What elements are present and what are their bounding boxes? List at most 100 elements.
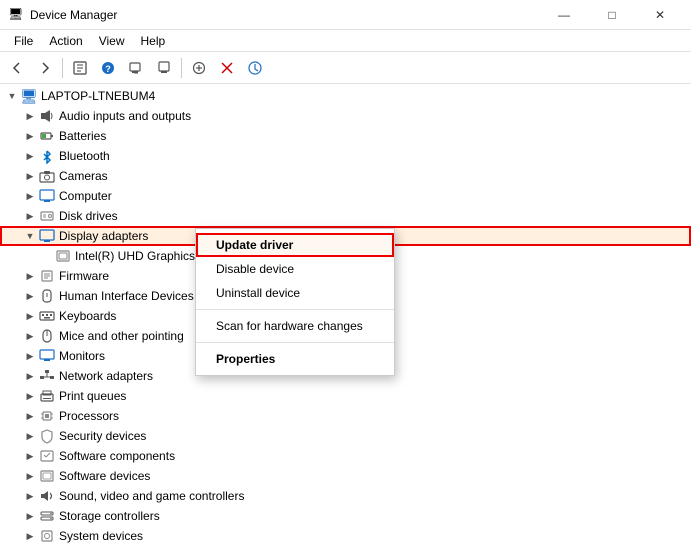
context-menu: Update driver Disable device Uninstall d… — [195, 228, 395, 376]
ctx-scan-hardware[interactable]: Scan for hardware changes — [196, 314, 394, 338]
computer-icon: 🖥 — [20, 87, 38, 105]
audio-label: Audio inputs and outputs — [59, 109, 191, 123]
print-icon — [38, 387, 56, 405]
bluetooth-label: Bluetooth — [59, 149, 110, 163]
tree-item-diskdrives[interactable]: ▶ Disk drives — [0, 206, 691, 226]
firmware-label: Firmware — [59, 269, 109, 283]
ctx-update-driver[interactable]: Update driver — [196, 233, 394, 257]
mice-icon — [38, 327, 56, 345]
tree-item-processors[interactable]: ▶ Processors — [0, 406, 691, 426]
audio-icon — [38, 107, 56, 125]
tree-item-storage[interactable]: ▶ Storage controllers — [0, 506, 691, 526]
scan-hw-button[interactable] — [151, 55, 177, 81]
tree-item-usb1[interactable]: ▶ Universal Serial Bus controllers — [0, 546, 691, 550]
add-button[interactable] — [186, 55, 212, 81]
display-icon — [38, 227, 56, 245]
processors-expand-icon: ▶ — [22, 408, 38, 424]
security-label: Security devices — [59, 429, 146, 443]
firmware-icon — [38, 267, 56, 285]
window-controls: — □ ✕ — [541, 0, 683, 30]
cameras-label: Cameras — [59, 169, 108, 183]
tree-item-print[interactable]: ▶ Print queues — [0, 386, 691, 406]
keyboards-icon — [38, 307, 56, 325]
ctx-uninstall-device[interactable]: Uninstall device — [196, 281, 394, 305]
storage-expand-icon: ▶ — [22, 508, 38, 524]
firmware-expand-icon: ▶ — [22, 268, 38, 284]
sound-label: Sound, video and game controllers — [59, 489, 244, 503]
svg-text:?: ? — [105, 64, 111, 74]
softwaredev-icon — [38, 467, 56, 485]
tree-item-computer[interactable]: ▶ Computer — [0, 186, 691, 206]
scan-button[interactable] — [123, 55, 149, 81]
softwarecomp-label: Software components — [59, 449, 175, 463]
computer-label: Computer — [59, 189, 112, 203]
tree-item-sound[interactable]: ▶ Sound, video and game controllers — [0, 486, 691, 506]
back-button[interactable] — [4, 55, 30, 81]
ctx-disable-device[interactable]: Disable device — [196, 257, 394, 281]
bluetooth-icon — [38, 147, 56, 165]
gpu-expand-icon — [38, 248, 54, 264]
minimize-button[interactable]: — — [541, 0, 587, 30]
menu-view[interactable]: View — [91, 32, 133, 50]
storage-label: Storage controllers — [59, 509, 160, 523]
print-label: Print queues — [59, 389, 126, 403]
system-icon — [38, 527, 56, 545]
remove-button[interactable] — [214, 55, 240, 81]
hid-icon — [38, 287, 56, 305]
window-title: Device Manager — [30, 8, 541, 22]
network-expand-icon: ▶ — [22, 368, 38, 384]
softwaredev-expand-icon: ▶ — [22, 468, 38, 484]
system-expand-icon: ▶ — [22, 528, 38, 544]
hid-label: Human Interface Devices — [59, 289, 194, 303]
disk-expand-icon: ▶ — [22, 208, 38, 224]
security-expand-icon: ▶ — [22, 428, 38, 444]
system-label: System devices — [59, 529, 143, 543]
forward-button[interactable] — [32, 55, 58, 81]
print-expand-icon: ▶ — [22, 388, 38, 404]
tree-item-system[interactable]: ▶ System devices — [0, 526, 691, 546]
security-icon — [38, 427, 56, 445]
close-button[interactable]: ✕ — [637, 0, 683, 30]
audio-expand-icon: ▶ — [22, 108, 38, 124]
mice-label: Mice and other pointing — [59, 329, 184, 343]
ctx-properties[interactable]: Properties — [196, 347, 394, 371]
tree-item-batteries[interactable]: ▶ Batteries — [0, 126, 691, 146]
computer-tree-icon — [38, 187, 56, 205]
hid-expand-icon: ▶ — [22, 288, 38, 304]
sound-icon — [38, 487, 56, 505]
softwaredev-label: Software devices — [59, 469, 150, 483]
title-bar: 🖥 Device Manager — □ ✕ — [0, 0, 691, 30]
root-expand-icon: ▼ — [4, 88, 20, 104]
monitors-expand-icon: ▶ — [22, 348, 38, 364]
tree-root[interactable]: ▼ 🖥 LAPTOP-LTNEBUM4 — [0, 86, 691, 106]
storage-icon — [38, 507, 56, 525]
toolbar-sep-2 — [181, 58, 182, 78]
display-expand-icon: ▼ — [22, 228, 38, 244]
tree-item-softwaredev[interactable]: ▶ Software devices — [0, 466, 691, 486]
toolbar-sep-1 — [62, 58, 63, 78]
tree-item-softwarecomp[interactable]: ▶ Software components — [0, 446, 691, 466]
properties-button[interactable] — [67, 55, 93, 81]
gpu-label: Intel(R) UHD Graphics — [75, 249, 195, 263]
sound-expand-icon: ▶ — [22, 488, 38, 504]
batteries-icon — [38, 127, 56, 145]
display-label: Display adapters — [59, 229, 148, 243]
maximize-button[interactable]: □ — [589, 0, 635, 30]
diskdrives-label: Disk drives — [59, 209, 118, 223]
tree-item-audio[interactable]: ▶ Audio inputs and outputs — [0, 106, 691, 126]
tree-item-security[interactable]: ▶ Security devices — [0, 426, 691, 446]
menu-file[interactable]: File — [6, 32, 41, 50]
cameras-expand-icon: ▶ — [22, 168, 38, 184]
bluetooth-expand-icon: ▶ — [22, 148, 38, 164]
batteries-expand-icon: ▶ — [22, 128, 38, 144]
network-label: Network adapters — [59, 369, 153, 383]
cameras-icon — [38, 167, 56, 185]
ctx-sep-2 — [196, 342, 394, 343]
processors-icon — [38, 407, 56, 425]
menu-action[interactable]: Action — [41, 32, 90, 50]
tree-item-cameras[interactable]: ▶ Cameras — [0, 166, 691, 186]
menu-help[interactable]: Help — [133, 32, 174, 50]
update-driver-toolbar-button[interactable] — [242, 55, 268, 81]
tree-item-bluetooth[interactable]: ▶ Bluetooth — [0, 146, 691, 166]
help-button[interactable]: ? — [95, 55, 121, 81]
